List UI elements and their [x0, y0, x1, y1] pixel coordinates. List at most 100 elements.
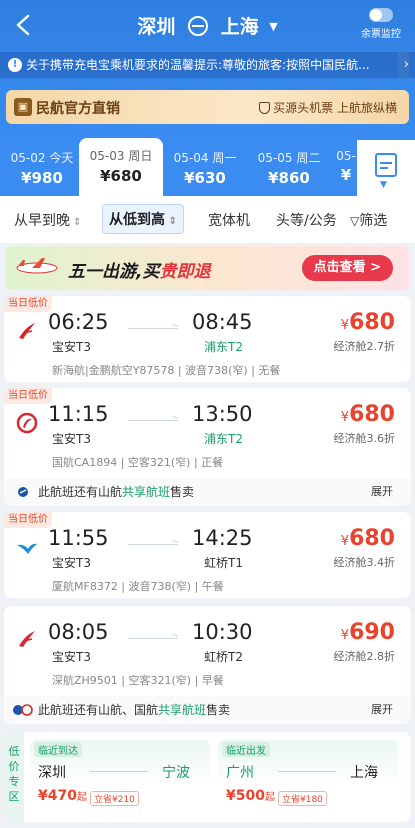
low-price-tag: 当日低价 [4, 296, 52, 312]
sort-by-price[interactable]: 从低到高 ⇕ [102, 204, 184, 234]
codeshare-highlight: 共享航班 [158, 703, 207, 717]
sort-bar: 从早到晚 ⇕ 从低到高 ⇕ 宽体机 头等/公务 ▽筛选 [0, 196, 415, 244]
codeshare-airlines-logo-icon [13, 704, 33, 716]
sort-arrows-icon: ⇕ [70, 217, 82, 228]
low-price-zone: 低价专区 临近到达 深圳 宁波 ¥470起 立省¥210 临近出发 广州 上海 … [4, 732, 411, 822]
low-price-amount: ¥500起 [226, 788, 275, 804]
airplane-icon [16, 258, 58, 274]
codeshare-row[interactable]: 此航班还有山航、国航共享航班售卖 展开 [4, 696, 411, 724]
low-price-tag: 当日低价 [4, 512, 52, 528]
codeshare-suffix: 售卖 [170, 485, 195, 499]
promo-banner[interactable]: 五一出游,买贵即退 点击查看 > [6, 246, 409, 290]
route-arrow [90, 771, 148, 772]
date-label: 05-03 周日 [89, 149, 153, 163]
chevron-down-icon: ▼ [269, 20, 278, 33]
codeshare-text: 此航班还有山航、国航 [38, 703, 159, 717]
low-price-to: 宁波 [162, 765, 190, 781]
flight-price: ¥680 [340, 526, 395, 551]
route-line [128, 544, 178, 545]
arrival-airport: 浦东T2 [204, 340, 243, 354]
date-price: ¥630 [184, 169, 226, 187]
info-icon: ! [8, 58, 22, 72]
filter-button[interactable]: ▽筛选 [350, 206, 387, 236]
route-arrow [278, 771, 336, 772]
promo-text-a: 五一出游,买 [68, 262, 160, 282]
ticket-monitor-toggle[interactable]: 余票监控 [355, 8, 407, 40]
shield-icon [259, 102, 271, 114]
flight-card[interactable]: 08:05 10:30 宝安T3 虹桥T2 深航ZH9501 | 空客321(窄… [4, 606, 411, 724]
filter-class[interactable]: 头等/公务 [276, 206, 342, 236]
top-bar: 深圳 上海 ▼ 余票监控 [0, 0, 415, 52]
official-title: 民航官方直销 [36, 101, 120, 117]
departure-time: 06:25 [48, 310, 109, 334]
codeshare-row[interactable]: 此航班还有山航共享航班售卖 展开 [4, 478, 411, 506]
low-price-card[interactable]: 临近到达 深圳 宁波 ¥470起 立省¥210 [30, 740, 210, 814]
swap-route-icon[interactable] [187, 16, 208, 36]
flight-price: ¥680 [340, 402, 395, 427]
flight-card[interactable]: 当日低价 06:25 08:45 宝安T3 浦东T2 新海航|金鹏航空Y8757… [4, 296, 411, 382]
flight-info: 国航CA1894 | 空客321(窄) | 正餐 [52, 456, 224, 469]
filter-wide-body[interactable]: 宽体机 [208, 206, 250, 236]
official-subtitle: 买源头机票 上航旅纵横 [259, 99, 397, 116]
low-price-tag: 当日低价 [4, 388, 52, 404]
flight-info: 厦航MF8372 | 波音738(窄) | 午餐 [52, 580, 224, 593]
low-price-card-tag: 临近到达 [34, 742, 82, 757]
sort-price-label: 从低到高 [109, 212, 165, 228]
low-price-card[interactable]: 临近出发 广州 上海 ¥500起 立省¥180 [218, 740, 398, 814]
date-tabs: 05-02 今天 ¥980 05-03 周日 ¥680 05-04 周一 ¥63… [0, 138, 415, 196]
route-line [128, 420, 178, 421]
expand-button[interactable]: 展开 [371, 478, 393, 506]
xiamen-airlines-logo-icon [17, 543, 37, 554]
route-line [128, 638, 178, 639]
calendar-button[interactable]: ▼ [357, 140, 415, 196]
arrival-airport: 虹桥T2 [204, 650, 243, 664]
arrival-time: 14:25 [192, 526, 253, 550]
departure-airport: 宝安T3 [52, 650, 91, 664]
savings-badge: 立省¥180 [278, 791, 327, 806]
promo-view-button[interactable]: 点击查看 > [301, 255, 393, 281]
codeshare-text: 此航班还有山航 [38, 485, 123, 499]
route-selector[interactable]: 深圳 上海 ▼ [0, 12, 415, 39]
departure-airport: 宝安T3 [52, 556, 91, 570]
date-tab[interactable]: 05-04 周一 ¥630 [163, 140, 247, 196]
expand-button[interactable]: 展开 [371, 696, 393, 724]
low-price-to: 上海 [350, 765, 378, 781]
flight-price: ¥690 [340, 620, 395, 645]
from-city: 深圳 [137, 16, 176, 38]
air-china-logo-icon [16, 412, 38, 434]
toggle-switch[interactable] [369, 8, 393, 22]
shenzhen-airlines-logo-icon [19, 631, 35, 647]
date-label: 05-05 周二 [257, 151, 321, 165]
cabin-discount: 经济舱3.6折 [333, 432, 396, 445]
date-price: ¥980 [21, 169, 63, 187]
date-tab[interactable]: 05-02 今天 ¥980 [0, 140, 84, 196]
arrival-time: 10:30 [192, 620, 253, 644]
savings-badge: 立省¥210 [90, 791, 139, 806]
cabin-discount: 经济舱3.4折 [333, 556, 396, 569]
date-label: 05-02 今天 [10, 151, 74, 165]
date-label: 05-04 周一 [173, 151, 237, 165]
low-price-amount: ¥470起 [38, 788, 87, 804]
low-price-from: 广州 [226, 765, 254, 781]
to-city: 上海 [220, 16, 259, 38]
filter-icon: ▽ [350, 214, 360, 228]
date-tab[interactable]: 05-05 周二 ¥860 [247, 140, 331, 196]
notice-bar[interactable]: ! 关于携带充电宝乘机要求的温馨提示:尊敬的旅客:按照中国民航... › [0, 52, 415, 78]
departure-time: 11:55 [48, 526, 109, 550]
sort-arrows-icon: ⇕ [165, 216, 177, 227]
official-sale-banner[interactable]: ▣ 民航官方直销 买源头机票 上航旅纵横 [6, 90, 409, 124]
chevron-right-icon[interactable]: › [397, 52, 409, 78]
chevron-down-icon: ▼ [380, 180, 387, 190]
date-tab-selected[interactable]: 05-03 周日 ¥680 [79, 138, 163, 196]
notice-text: 关于携带充电宝乘机要求的温馨提示:尊敬的旅客:按照中国民航... [26, 58, 370, 72]
flight-card[interactable]: 当日低价 11:55 14:25 宝安T3 虹桥T1 厦航MF8372 | 波音… [4, 512, 411, 598]
flight-card[interactable]: 当日低价 11:15 13:50 宝安T3 浦东T2 国航CA1894 | 空客… [4, 388, 411, 506]
arrival-airport: 浦东T2 [204, 432, 243, 446]
date-price: ¥860 [268, 169, 310, 187]
date-price: ¥680 [100, 167, 142, 185]
route-line [128, 328, 178, 329]
sort-time-label: 从早到晚 [14, 213, 70, 229]
departure-airport: 宝安T3 [52, 340, 91, 354]
sort-by-time[interactable]: 从早到晚 ⇕ [14, 206, 82, 236]
departure-time: 11:15 [48, 402, 109, 426]
